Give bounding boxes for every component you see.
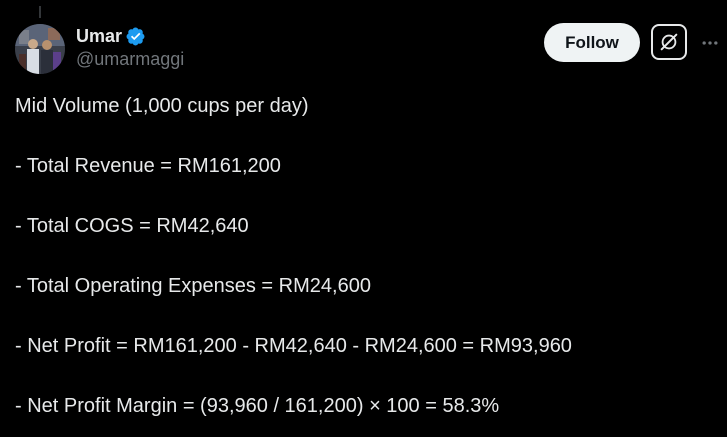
more-options-button[interactable] bbox=[698, 31, 722, 55]
tweet-text: Mid Volume (1,000 cups per day) - Total … bbox=[15, 91, 715, 421]
author-display-name[interactable]: Umar bbox=[76, 26, 122, 47]
avatar[interactable] bbox=[15, 24, 65, 74]
more-horizontal-icon bbox=[702, 41, 718, 45]
author-info: Umar @umarmaggi bbox=[76, 24, 184, 70]
tweet-line-net-profit: - Net Profit = RM161,200 - RM42,640 - RM… bbox=[15, 335, 572, 357]
tweet-line-heading: Mid Volume (1,000 cups per day) bbox=[15, 95, 309, 117]
grok-button[interactable] bbox=[651, 24, 687, 60]
thread-connector-line bbox=[39, 6, 41, 18]
tweet-line-total-revenue: - Total Revenue = RM161,200 bbox=[15, 155, 281, 177]
avatar-photo bbox=[15, 24, 65, 74]
author-name-row: Umar bbox=[76, 24, 184, 48]
tweet-line-total-cogs: - Total COGS = RM42,640 bbox=[15, 215, 249, 237]
tweet-line-operating-expenses: - Total Operating Expenses = RM24,600 bbox=[15, 275, 371, 297]
author-handle[interactable]: @umarmaggi bbox=[76, 49, 184, 70]
verified-badge-icon bbox=[125, 26, 146, 47]
follow-button[interactable]: Follow bbox=[544, 23, 640, 62]
grok-icon bbox=[660, 33, 678, 51]
tweet-line-net-profit-margin: - Net Profit Margin = (93,960 / 161,200)… bbox=[15, 395, 500, 417]
